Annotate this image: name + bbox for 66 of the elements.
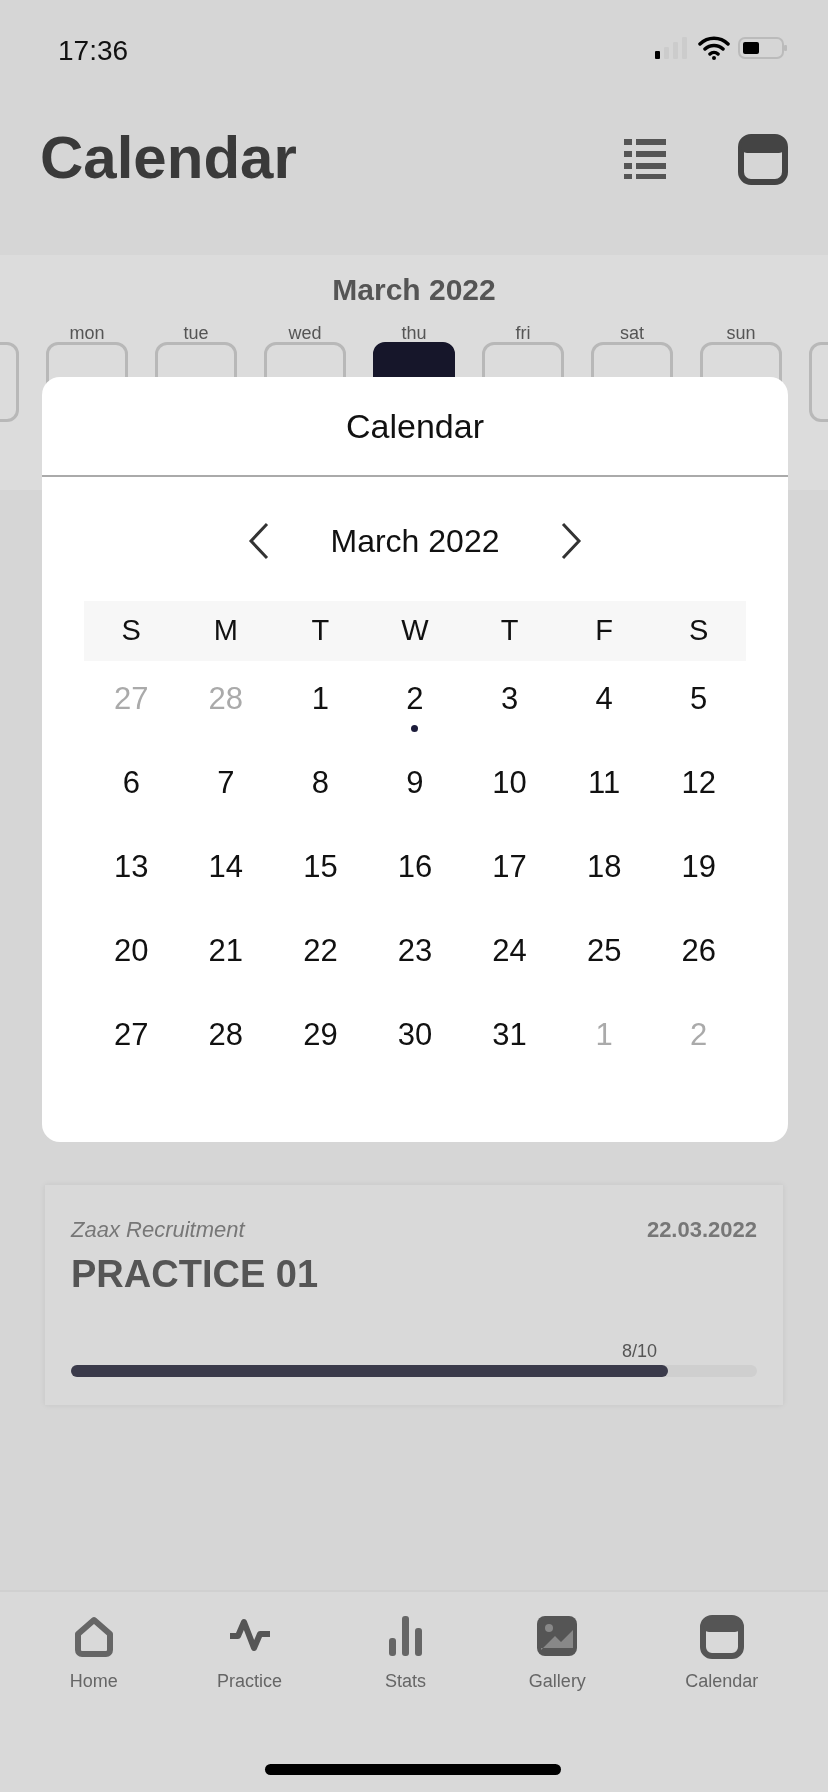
day-cell[interactable]: 25 xyxy=(556,925,652,987)
gallery-tab[interactable]: Gallery xyxy=(528,1612,586,1712)
month-title: March 2022 xyxy=(330,522,500,561)
day-cell[interactable]: 22 xyxy=(273,925,368,987)
day-cell[interactable]: 4 xyxy=(556,673,652,735)
day-cell[interactable]: 26 xyxy=(651,925,746,987)
calendar-tab[interactable]: Calendar xyxy=(685,1612,759,1712)
day-cell[interactable]: 7 xyxy=(178,757,274,819)
practice-tab[interactable]: Practice xyxy=(217,1612,283,1712)
day-cell[interactable]: 27 xyxy=(84,1009,179,1071)
month-label: March 2022 xyxy=(331,272,497,308)
day-cell[interactable]: 17 xyxy=(462,841,557,903)
signal-icon xyxy=(654,37,690,59)
stats-tab[interactable]: Stats xyxy=(381,1612,430,1712)
day-cell[interactable]: 16 xyxy=(367,841,463,903)
status-time: 17:36 xyxy=(58,34,129,68)
weekday-label: fri xyxy=(515,322,531,342)
day-cell[interactable]: 21 xyxy=(178,925,274,987)
day-cell[interactable]: 24 xyxy=(462,925,557,987)
progress-text: 8/10 xyxy=(621,1340,657,1363)
day-cell[interactable]: 10 xyxy=(462,757,557,819)
battery-icon xyxy=(738,36,788,60)
day-cell[interactable]: 31 xyxy=(462,1009,557,1071)
day-cell[interactable]: 8 xyxy=(273,757,368,819)
day-cell[interactable]: 6 xyxy=(84,757,179,819)
day-cell[interactable]: 13 xyxy=(84,841,179,903)
day-cell[interactable]: 9 xyxy=(367,757,463,819)
day-cell[interactable]: 23 xyxy=(367,925,463,987)
practice-card[interactable]: Zaax Recruitment 22.03.2022 PRACTICE 01 8/10 xyxy=(45,1185,783,1405)
wifi-icon xyxy=(698,36,730,60)
day-cell[interactable]: 5 xyxy=(651,673,746,735)
weekday-letter: S xyxy=(120,613,142,649)
day-cell[interactable]: 11 xyxy=(556,757,652,819)
weekday-label: thu xyxy=(401,322,427,342)
home-tab[interactable]: Home xyxy=(69,1612,118,1712)
page-title: Calendar xyxy=(40,122,297,193)
weekday-label: tue xyxy=(183,322,209,342)
weekday-letter: T xyxy=(499,613,520,649)
weekday-label: sun xyxy=(726,322,756,342)
day-cell[interactable]: 15 xyxy=(273,841,368,903)
weekday-letter: S xyxy=(688,613,710,649)
practice-title: PRACTICE 01 xyxy=(71,1252,320,1297)
weekday-label: wed xyxy=(288,322,322,342)
weekday-label: sat xyxy=(620,322,644,342)
dialog-title: Calendar xyxy=(42,377,788,477)
weekday-letter: F xyxy=(594,613,614,649)
date-text: 22.03.2022 xyxy=(646,1216,757,1244)
day-cell[interactable]: 1 xyxy=(273,673,368,735)
weekday-letter: M xyxy=(212,613,239,649)
calendar-icon xyxy=(697,1612,746,1660)
organizer-text: Zaax Recruitment xyxy=(71,1216,245,1244)
weekday-letter: W xyxy=(400,613,430,649)
day-cell[interactable]: 29 xyxy=(273,1009,368,1071)
weekday-label: mon xyxy=(69,322,105,342)
day-cell[interactable]: 18 xyxy=(556,841,652,903)
day-cell[interactable]: 19 xyxy=(651,841,746,903)
previous-month-button[interactable] xyxy=(246,521,271,561)
day-cell[interactable]: 14 xyxy=(178,841,274,903)
day-cell[interactable]: 2 xyxy=(367,673,463,735)
weekday-letter: T xyxy=(310,613,331,649)
day-cell[interactable]: 20 xyxy=(84,925,179,987)
next-month-button[interactable] xyxy=(559,521,584,561)
day-cell[interactable]: 28 xyxy=(178,1009,274,1071)
day-cell[interactable]: 3 xyxy=(462,673,557,735)
day-cell[interactable]: 30 xyxy=(367,1009,463,1071)
day-cell[interactable]: 12 xyxy=(651,757,746,819)
